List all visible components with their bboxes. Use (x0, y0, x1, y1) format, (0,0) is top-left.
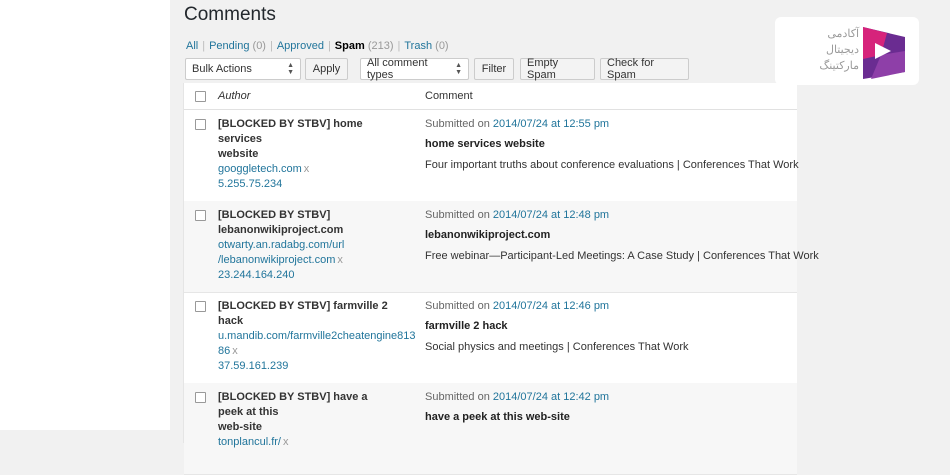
submitted-meta: Submitted on 2014/07/24 at 12:48 pm (425, 208, 797, 223)
filter-pending-link[interactable]: Pending (209, 40, 249, 52)
spam-count: (213) (367, 40, 394, 52)
remove-url-icon[interactable]: x (304, 163, 310, 175)
left-margin (0, 0, 170, 430)
author-url-link[interactable]: u.mandib.com/farmville2cheatengine813 (218, 330, 416, 342)
select-all-checkbox[interactable] (195, 91, 206, 102)
logo-text-line-1: آکادمی (827, 28, 859, 40)
check-spam-button[interactable]: Check for Spam (600, 57, 689, 81)
comment-title: home services website (425, 138, 545, 150)
author-name: web-site (218, 421, 263, 433)
comment-column-header: Comment (425, 90, 473, 102)
author-url-link[interactable]: /lebanonwikiproject.com (218, 254, 335, 266)
remove-url-icon[interactable]: x (283, 436, 289, 448)
comment-author: [BLOCKED BY STBV] home services website go… (218, 117, 393, 192)
bulk-actions-select[interactable]: Bulk Actions ▲ ▼ (185, 58, 301, 80)
comment-author: [BLOCKED BY STBV] farmville 2 hack u.mand… (218, 299, 416, 374)
table-row: [BLOCKED BY STBV] farmville 2 hack u.mand… (184, 292, 797, 384)
remove-url-icon[interactable]: x (337, 254, 343, 266)
submitted-prefix: Submitted on (425, 300, 490, 312)
table-row: [BLOCKED BY STBV] lebanonwikiproject.com o… (184, 201, 819, 293)
comment-content: Submitted on 2014/07/24 at 12:48 pm leban… (425, 208, 819, 264)
author-ip-link[interactable]: 37.59.161.239 (218, 360, 288, 372)
comment-title: lebanonwikiproject.com (425, 229, 551, 241)
separator: | (269, 40, 273, 52)
author-name: [BLOCKED BY STBV] farmville 2 hack (218, 300, 388, 327)
comment-types-select[interactable]: All comment types ▲ ▼ (360, 57, 469, 81)
comment-body: Free webinar—Participant-Led Meetings: A… (425, 250, 819, 262)
table-header: Author Comment (184, 83, 797, 110)
filter-spam-current[interactable]: Spam (335, 40, 365, 52)
author-ip-link[interactable]: 23.244.164.240 (218, 269, 294, 281)
author-ip-link[interactable]: 5.255.75.234 (218, 178, 282, 190)
row-checkbox[interactable] (195, 119, 206, 130)
empty-spam-button[interactable]: Empty Spam (520, 57, 595, 81)
comment-author: [BLOCKED BY STBV] lebanonwikiproject.com o… (218, 208, 393, 283)
logo-text-line-2: دیجیتال (825, 44, 859, 56)
logo-text-line-3: مارکتینگ (819, 60, 859, 72)
comment-title: farmville 2 hack (425, 320, 508, 332)
remove-url-icon[interactable]: x (232, 345, 238, 357)
submitted-date-link[interactable]: 2014/07/24 at 12:55 pm (493, 118, 609, 130)
submitted-date-link[interactable]: 2014/07/24 at 12:48 pm (493, 209, 609, 221)
submitted-prefix: Submitted on (425, 118, 490, 130)
bulk-actions-value: Bulk Actions (192, 63, 252, 75)
submitted-meta: Submitted on 2014/07/24 at 12:55 pm (425, 117, 797, 132)
page-title: Comments (184, 4, 276, 25)
author-name: [BLOCKED BY STBV] home services (218, 118, 363, 145)
author-name: [BLOCKED BY STBV] have a peek at this (218, 391, 368, 418)
comment-types-value: All comment types (367, 57, 428, 81)
submitted-date-link[interactable]: 2014/07/24 at 12:46 pm (493, 300, 609, 312)
comment-content: Submitted on 2014/07/24 at 12:55 pm home … (425, 117, 799, 173)
comments-table: Author Comment [BLOCKED BY STBV] home se… (183, 83, 819, 475)
submitted-meta: Submitted on 2014/07/24 at 12:46 pm (425, 299, 797, 314)
author-name: lebanonwikiproject.com (218, 224, 344, 236)
author-url-link[interactable]: googgletech.com (218, 163, 302, 175)
academy-logo: آکادمی دیجیتال مارکتینگ (775, 17, 919, 85)
submitted-date-link[interactable]: 2014/07/24 at 12:42 pm (493, 391, 609, 403)
comment-status-filters: All | Pending (0) | Approved | Spam (213) | Tras… (186, 40, 449, 52)
comment-content: Submitted on 2014/07/24 at 12:42 pm have … (425, 390, 797, 425)
author-name: [BLOCKED BY STBV] (218, 209, 331, 221)
row-checkbox[interactable] (195, 210, 206, 221)
select-arrow-icon: ▲ ▼ (455, 62, 462, 76)
row-checkbox[interactable] (195, 392, 206, 403)
author-name: website (218, 148, 259, 160)
trash-count: (0) (435, 40, 449, 52)
submitted-prefix: Submitted on (425, 209, 490, 221)
submitted-meta: Submitted on 2014/07/24 at 12:42 pm (425, 390, 797, 405)
author-column-header[interactable]: Author (218, 90, 250, 102)
submitted-prefix: Submitted on (425, 391, 490, 403)
select-arrow-icon: ▲ ▼ (287, 62, 294, 76)
comment-body: Social physics and meetings | Conference… (425, 341, 689, 353)
filter-approved-link[interactable]: Approved (277, 40, 324, 52)
filter-button[interactable]: Filter (474, 58, 514, 80)
author-url-link[interactable]: tonplancul.fr/ (218, 436, 281, 448)
comment-author: [BLOCKED BY STBV] have a peek at this web… (218, 390, 393, 450)
table-row: [BLOCKED BY STBV] have a peek at this web… (184, 383, 797, 475)
apply-button[interactable]: Apply (305, 58, 348, 80)
comment-content: Submitted on 2014/07/24 at 12:46 pm farmv… (425, 299, 797, 355)
comment-body: Four important truths about conference e… (425, 159, 799, 171)
author-url-link[interactable]: otwarty.an.radabg.com/url (218, 239, 344, 251)
table-row: [BLOCKED BY STBV] home services website go… (184, 110, 799, 202)
pending-count: (0) (252, 40, 266, 52)
separator: | (202, 40, 206, 52)
row-checkbox[interactable] (195, 301, 206, 312)
filter-trash-link[interactable]: Trash (404, 40, 432, 52)
separator: | (397, 40, 401, 52)
comment-title: have a peek at this web-site (425, 411, 570, 423)
author-url-link[interactable]: 86 (218, 345, 230, 357)
separator: | (327, 40, 331, 52)
filter-all-link[interactable]: All (186, 40, 198, 52)
